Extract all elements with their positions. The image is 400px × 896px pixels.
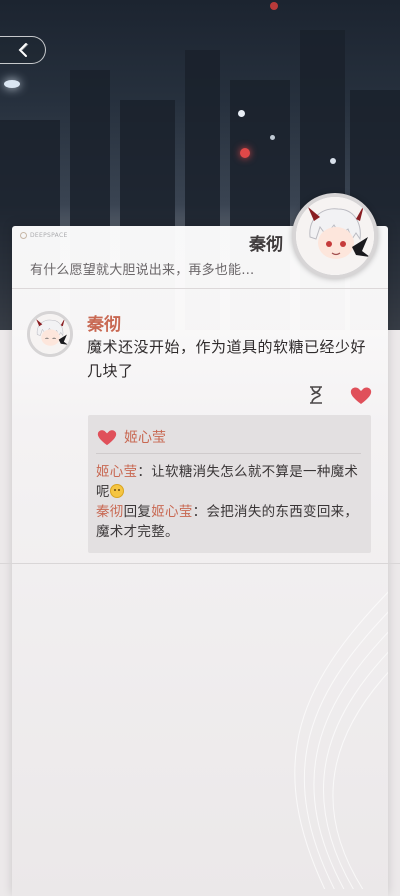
heart-icon <box>97 430 117 446</box>
like-heart-icon[interactable] <box>349 385 373 405</box>
post-text: 魔术还没开始，作为道具的软糖已经少好几块了 <box>87 338 367 380</box>
comment-author[interactable]: 秦彻 <box>96 504 124 520</box>
reply-word: 回复 <box>123 504 152 520</box>
post-author-name[interactable]: 秦彻 <box>87 310 121 335</box>
divider <box>0 563 400 564</box>
divider <box>96 453 361 454</box>
divider <box>12 288 388 289</box>
smile-emoji-icon <box>109 484 124 498</box>
brand-logo: DEEPSPACE <box>20 232 68 239</box>
decorative-wave <box>294 591 388 889</box>
comment-item[interactable]: 秦彻回复姬心莹：会把消失的东西变回来，魔术才完整。 <box>96 502 361 542</box>
liker-name[interactable]: 姬心莹 <box>124 427 166 447</box>
comment-section: 姬心莹 姬心莹：让软糖消失怎么就不算是一种魔术呢 秦彻回复姬心莹：会把消失的东西… <box>88 415 371 553</box>
reply-target[interactable]: 姬心莹 <box>151 504 192 520</box>
hourglass-icon[interactable] <box>307 385 325 405</box>
likes-row: 姬心莹 <box>96 427 361 447</box>
post-author-avatar[interactable] <box>27 311 73 357</box>
profile-name: 秦彻 <box>249 235 283 255</box>
back-arrow-icon <box>16 42 30 58</box>
logo-icon <box>20 232 27 239</box>
profile-avatar[interactable] <box>292 193 378 279</box>
comment-author[interactable]: 姬心莹 <box>96 464 137 480</box>
comment-item[interactable]: 姬心莹：让软糖消失怎么就不算是一种魔术呢 <box>96 462 361 502</box>
back-button[interactable] <box>0 36 46 64</box>
